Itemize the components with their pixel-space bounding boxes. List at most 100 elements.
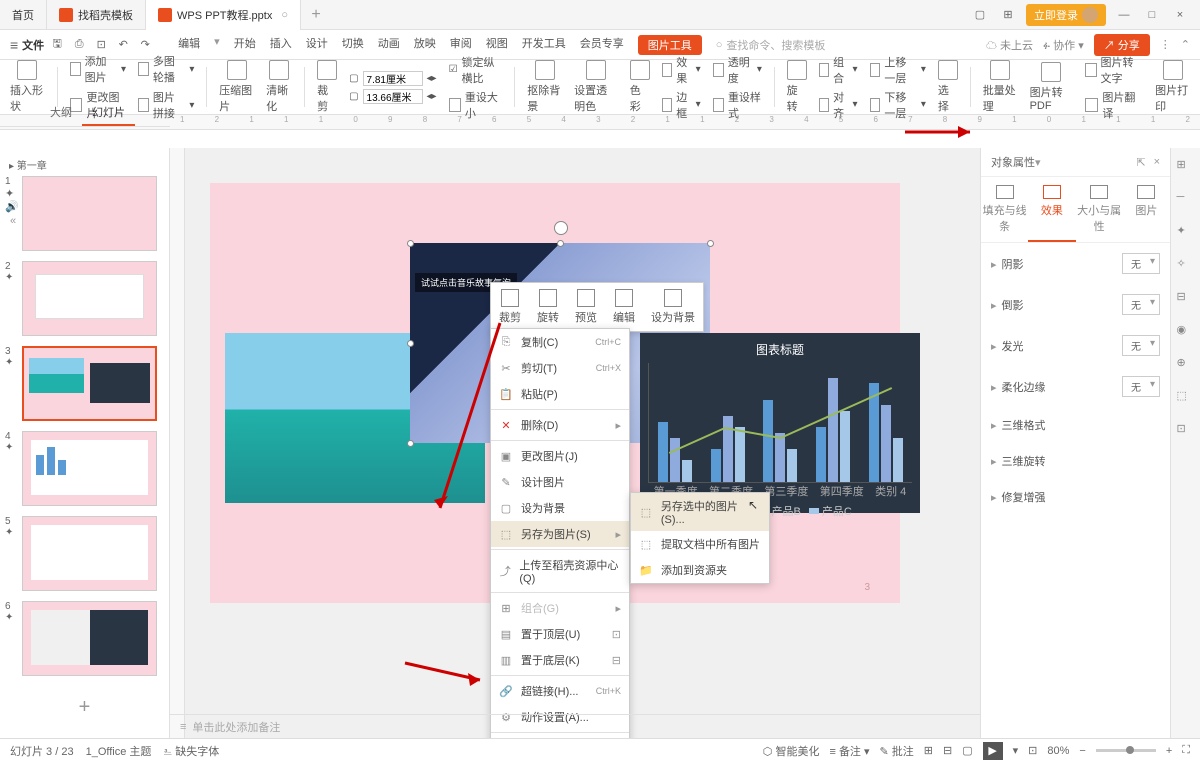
notes-toggle[interactable]: ≡ 备注 ▾ bbox=[829, 743, 869, 759]
lock-ratio-checkbox[interactable]: ☑ 锁定纵横比 bbox=[449, 54, 503, 86]
menu-slideshow[interactable]: 放映 bbox=[414, 35, 436, 55]
rp-tab-fill[interactable]: 填充与线条 bbox=[981, 177, 1028, 242]
view-reading-icon[interactable]: ▢ bbox=[962, 744, 972, 757]
ft-preview[interactable]: 预览 bbox=[567, 283, 605, 331]
rotate-handle[interactable] bbox=[554, 221, 568, 235]
ctx-cut[interactable]: ✂剪切(T)Ctrl+X bbox=[491, 355, 629, 381]
more-icon[interactable]: ⋮ bbox=[1160, 38, 1171, 51]
new-tab-button[interactable]: + bbox=[301, 6, 331, 24]
multi-layout-button[interactable]: 多图轮播 ▾ bbox=[138, 53, 194, 85]
ctx-delete[interactable]: ✕删除(D)▸ bbox=[491, 412, 629, 438]
select-button[interactable]: 选择 bbox=[938, 60, 958, 114]
side-icon-1[interactable]: ⊞ bbox=[1177, 158, 1195, 176]
menu-member[interactable]: 会员专享 bbox=[580, 35, 624, 55]
cloud-status[interactable]: ☁ 未上云 bbox=[986, 37, 1033, 53]
undo-icon[interactable]: ↶ bbox=[114, 36, 132, 54]
ctx-upload[interactable]: ⤴上传至稻壳资源中心(Q) bbox=[491, 552, 629, 590]
preview-icon[interactable]: ⊡ bbox=[92, 36, 110, 54]
rp-3d-format[interactable]: ▸三维格式 bbox=[981, 407, 1170, 443]
rp-reflection[interactable]: ▸倒影无 bbox=[981, 284, 1170, 325]
menu-edit[interactable]: 编辑 bbox=[178, 35, 200, 55]
menu-animation[interactable]: 动画 bbox=[378, 35, 400, 55]
section-header[interactable]: ▸ 第一章 bbox=[5, 153, 164, 176]
menu-insert[interactable]: 插入 bbox=[270, 35, 292, 55]
panel-close-icon[interactable]: × bbox=[1154, 156, 1160, 168]
ft-setbg[interactable]: 设为背景 bbox=[643, 283, 703, 331]
side-icon-3[interactable]: ✦ bbox=[1177, 224, 1195, 242]
login-button[interactable]: 立即登录 bbox=[1026, 4, 1106, 26]
maximize-button[interactable]: □ bbox=[1142, 9, 1162, 21]
rp-3d-rotate[interactable]: ▸三维旋转 bbox=[981, 443, 1170, 479]
collapse-panel-icon[interactable]: « bbox=[10, 215, 16, 227]
zoom-value[interactable]: 80% bbox=[1047, 745, 1069, 757]
sub-add-res[interactable]: 📁添加到资源夹 bbox=[631, 557, 769, 583]
side-icon-6[interactable]: ◉ bbox=[1177, 323, 1195, 341]
zoom-slider[interactable] bbox=[1096, 749, 1156, 752]
redo-icon[interactable]: ↷ bbox=[136, 36, 154, 54]
trans-button[interactable]: 透明度 ▾ bbox=[713, 54, 762, 86]
beautify-button[interactable]: ⬡ 智能美化 bbox=[763, 743, 820, 759]
batch-button[interactable]: 批量处理 bbox=[983, 60, 1018, 114]
slideshow-button[interactable]: ▶ bbox=[983, 742, 1003, 760]
ctx-top[interactable]: ▤置于顶层(U)⊡ bbox=[491, 621, 629, 647]
height-input[interactable]: ▢ ◂▸ bbox=[349, 89, 437, 104]
sub-extract-all[interactable]: ⬚提取文档中所有图片 bbox=[631, 531, 769, 557]
ctx-hyperlink[interactable]: 🔗超链接(H)...Ctrl+K bbox=[491, 678, 629, 704]
notes-placeholder[interactable]: 单击此处添加备注 bbox=[192, 719, 280, 735]
menu-pictools[interactable]: 图片工具 bbox=[638, 35, 702, 55]
close-button[interactable]: × bbox=[1170, 9, 1190, 21]
thumbnail-5[interactable] bbox=[22, 516, 157, 591]
ctx-paste[interactable]: 📋粘贴(P) bbox=[491, 381, 629, 407]
tab-template[interactable]: 找稻壳模板 bbox=[47, 0, 146, 30]
pic-text-button[interactable]: 图片转文字 bbox=[1085, 54, 1143, 86]
side-icon-2[interactable]: ─ bbox=[1177, 191, 1195, 209]
rp-soft-edge[interactable]: ▸柔化边缘无 bbox=[981, 366, 1170, 407]
apps-icon[interactable]: ⊞ bbox=[998, 8, 1018, 21]
embedded-chart[interactable]: 图表标题 第一季度第二季度第三季度第四季度类别 4 产品A产品B产品C bbox=[640, 333, 920, 513]
ctx-change-pic[interactable]: ▣更改图片(J) bbox=[491, 443, 629, 469]
menu-start[interactable]: 开始 bbox=[234, 35, 256, 55]
menu-review[interactable]: 审阅 bbox=[450, 35, 472, 55]
ctx-copy[interactable]: ⎘复制(C)Ctrl+C bbox=[491, 329, 629, 355]
compress-button[interactable]: 压缩图片 bbox=[219, 60, 254, 114]
view-sorter-icon[interactable]: ⊟ bbox=[943, 744, 952, 757]
side-icon-4[interactable]: ✧ bbox=[1177, 257, 1195, 275]
rp-shadow[interactable]: ▸阴影无 bbox=[981, 243, 1170, 284]
side-icon-7[interactable]: ⊕ bbox=[1177, 356, 1195, 374]
rp-glow[interactable]: ▸发光无 bbox=[981, 325, 1170, 366]
ctx-bottom[interactable]: ▥置于底层(K)⊟ bbox=[491, 647, 629, 673]
zoom-in[interactable]: + bbox=[1166, 745, 1172, 757]
menu-dev[interactable]: 开发工具 bbox=[522, 35, 566, 55]
combine-button[interactable]: 组合 ▾ bbox=[819, 54, 858, 86]
up-layer-button[interactable]: 上移一层 ▾ bbox=[870, 54, 926, 86]
ft-edit[interactable]: 编辑 bbox=[605, 283, 643, 331]
side-icon-5[interactable]: ⊟ bbox=[1177, 290, 1195, 308]
pin-icon[interactable]: ⇱ bbox=[1136, 156, 1145, 169]
slides-tab[interactable]: 幻灯片 bbox=[82, 100, 135, 126]
comments-toggle[interactable]: ✎ 批注 bbox=[880, 743, 914, 759]
layout-icon[interactable]: ▢ bbox=[970, 8, 990, 21]
pic-to-pdf-button[interactable]: 图片转PDF bbox=[1030, 62, 1074, 112]
thumbnail-6[interactable] bbox=[22, 601, 157, 676]
color-button[interactable]: 色彩 bbox=[630, 60, 650, 114]
menu-transition[interactable]: 切换 bbox=[342, 35, 364, 55]
outline-tab[interactable]: 大纲 bbox=[40, 100, 82, 126]
thumbnail-2[interactable] bbox=[22, 261, 157, 336]
width-input[interactable]: ▢ ◂▸ bbox=[349, 71, 437, 86]
tab-home[interactable]: 首页 bbox=[0, 0, 47, 30]
close-icon[interactable]: ○ bbox=[281, 9, 288, 21]
menu-design[interactable]: 设计 bbox=[306, 35, 328, 55]
zoom-out[interactable]: − bbox=[1079, 745, 1085, 757]
tab-document[interactable]: WPS PPT教程.pptx○ bbox=[146, 0, 301, 30]
ft-crop[interactable]: 裁剪 bbox=[491, 283, 529, 331]
set-trans-button[interactable]: 设置透明色 bbox=[574, 60, 618, 114]
collapse-ribbon-icon[interactable]: ⌃ bbox=[1181, 38, 1190, 51]
sharpen-button[interactable]: 清晰化 bbox=[266, 60, 292, 114]
rp-tab-effect[interactable]: 效果 bbox=[1028, 177, 1075, 242]
ctx-save-as[interactable]: ⬚另存为图片(S)▸ bbox=[491, 521, 629, 547]
ctx-design-pic[interactable]: ✎设计图片 bbox=[491, 469, 629, 495]
thumbnail-4[interactable] bbox=[22, 431, 157, 506]
missing-font[interactable]: ⎁ 缺失字体 bbox=[163, 743, 219, 759]
rotate-button[interactable]: 旋转 bbox=[787, 60, 807, 114]
print-icon[interactable]: ⎙ bbox=[70, 36, 88, 54]
